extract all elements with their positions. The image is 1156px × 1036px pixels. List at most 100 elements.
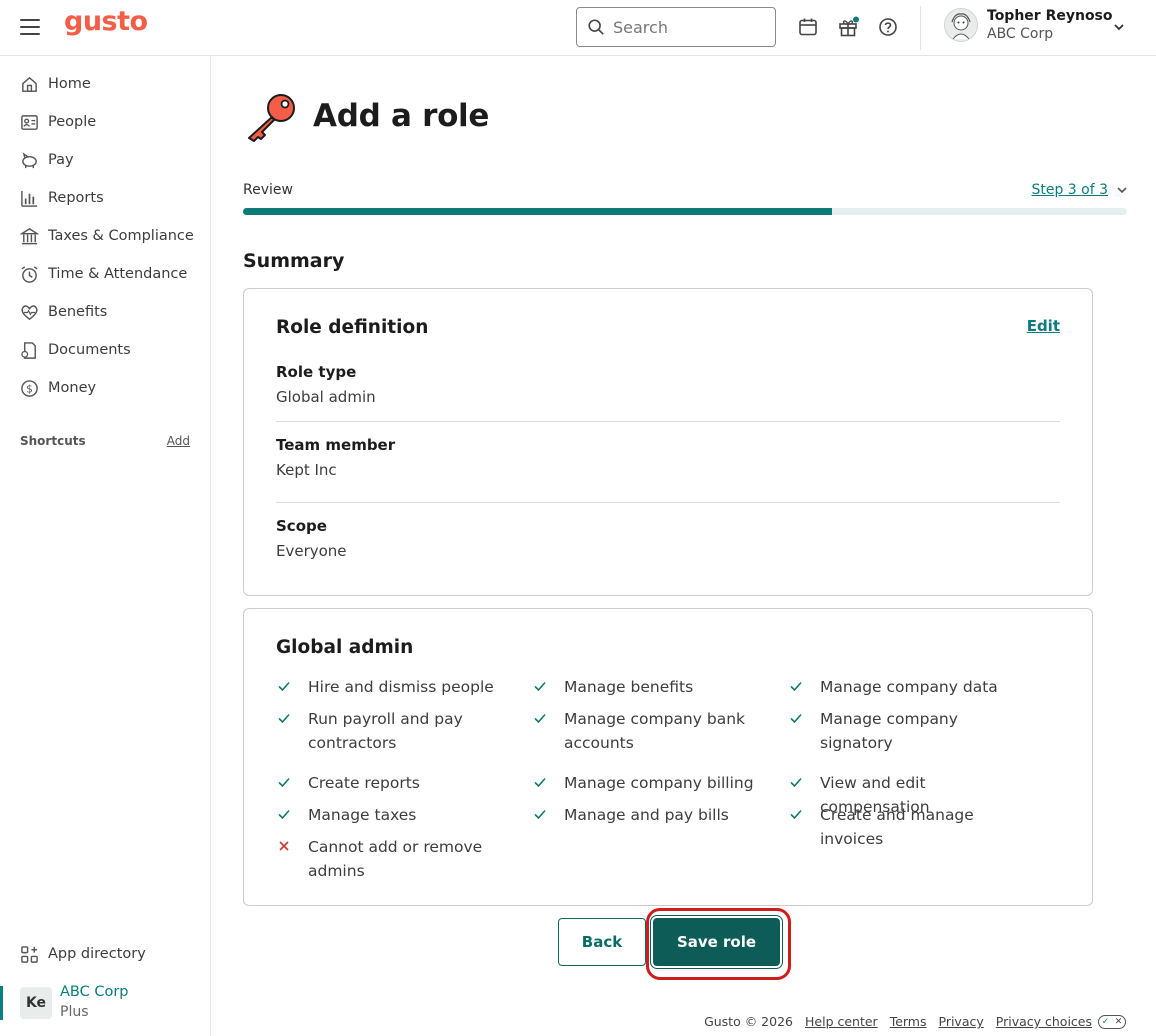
sidebar-item-label: Benefits xyxy=(48,304,108,320)
sidebar-item-money[interactable]: $ Money xyxy=(20,377,96,399)
progress-label: Review xyxy=(243,182,293,198)
document-icon xyxy=(21,341,36,359)
permission-item: Manage company bank accounts xyxy=(532,707,768,755)
permission-item: Manage taxes xyxy=(276,803,512,827)
divider xyxy=(276,421,1060,422)
footer-link-privacy[interactable]: Privacy xyxy=(939,1014,984,1029)
sidebar-item-label: App directory xyxy=(48,946,146,962)
gusto-logo[interactable]: gusto xyxy=(64,6,148,37)
people-icon xyxy=(21,114,38,130)
menu-icon[interactable] xyxy=(20,19,40,35)
check-icon xyxy=(790,809,802,820)
permission-item: Create and manage invoices xyxy=(788,803,1024,851)
chevron-down-icon xyxy=(1117,187,1127,194)
permission-text: Create and manage invoices xyxy=(820,806,974,848)
sidebar-item-time[interactable]: Time & Attendance xyxy=(20,263,187,285)
field-value: Kept Inc xyxy=(276,461,337,479)
sidebar-item-label: Documents xyxy=(48,342,131,358)
sidebar-item-reports[interactable]: Reports xyxy=(20,187,104,209)
permission-text: Manage and pay bills xyxy=(564,806,729,824)
permissions-heading: Global admin xyxy=(276,637,414,658)
footer: Gusto © 2026 Help center Terms Privacy P… xyxy=(704,1014,1126,1029)
edit-link[interactable]: Edit xyxy=(1027,317,1060,335)
sidebar-item-app-directory[interactable]: App directory xyxy=(20,943,146,965)
sidebar-item-documents[interactable]: Documents xyxy=(20,339,131,361)
sidebar: Home People Pay Reports Taxes & Complian… xyxy=(0,56,211,1036)
permission-text: Manage company bank accounts xyxy=(564,710,745,752)
search-icon xyxy=(588,19,604,35)
permission-text: Cannot add or remove admins xyxy=(308,838,483,880)
permission-item: Hire and dismiss people xyxy=(276,675,512,699)
user-menu[interactable]: Topher Reynoso ABC Corp xyxy=(944,8,1124,42)
sidebar-item-label: Time & Attendance xyxy=(48,266,188,282)
page-title: Add a role xyxy=(313,98,490,134)
permission-item: Create reports xyxy=(276,771,512,795)
piggy-bank-icon xyxy=(22,151,37,168)
key-icon xyxy=(248,94,295,142)
heart-icon xyxy=(21,304,38,320)
x-icon xyxy=(279,841,289,851)
search-input[interactable] xyxy=(613,17,763,37)
sidebar-item-benefits[interactable]: Benefits xyxy=(20,301,107,323)
field-label: Role type xyxy=(276,363,357,381)
footer-link-privacy-choices[interactable]: Privacy choices xyxy=(996,1014,1092,1029)
permission-item: Cannot add or remove admins xyxy=(276,835,512,883)
help-icon[interactable] xyxy=(877,16,899,38)
save-role-button[interactable]: Save role xyxy=(653,918,780,966)
sidebar-item-label: Home xyxy=(48,76,91,92)
user-org: ABC Corp xyxy=(987,26,1054,42)
sidebar-item-pay[interactable]: Pay xyxy=(20,149,74,171)
back-button[interactable]: Back xyxy=(558,918,646,966)
permission-item: Manage benefits xyxy=(532,675,768,699)
progress-fill xyxy=(243,208,832,215)
divider xyxy=(276,502,1060,503)
sidebar-item-label: Money xyxy=(48,380,97,396)
building-icon xyxy=(20,227,39,244)
check-icon xyxy=(534,809,546,820)
permission-text: Manage company data xyxy=(820,678,998,696)
company-badge: Ke xyxy=(20,987,52,1019)
home-icon xyxy=(22,76,37,92)
role-definition-heading: Role definition xyxy=(276,317,429,338)
permission-item: Run payroll and pay contractors xyxy=(276,707,512,755)
sidebar-item-label: People xyxy=(48,114,97,130)
user-name: Topher Reynoso xyxy=(987,8,1113,24)
sidebar-item-label: Taxes & Compliance xyxy=(48,228,194,244)
shortcuts-add-link[interactable]: Add xyxy=(167,434,190,448)
topbar-divider xyxy=(920,6,921,50)
page-header: Add a role xyxy=(243,90,489,142)
step-dropdown[interactable]: Step 3 of 3 xyxy=(1031,182,1128,198)
permission-text: Manage company billing xyxy=(564,774,754,792)
field-label: Scope xyxy=(276,517,327,535)
gift-icon[interactable] xyxy=(837,16,859,38)
calendar-icon[interactable] xyxy=(797,16,819,38)
sidebar-item-people[interactable]: People xyxy=(20,111,96,133)
sidebar-item-home[interactable]: Home xyxy=(20,73,91,95)
shortcuts-section: Shortcuts Add xyxy=(20,434,190,448)
check-icon xyxy=(278,777,290,788)
permission-text: Hire and dismiss people xyxy=(308,678,494,696)
check-icon xyxy=(278,809,290,820)
summary-heading: Summary xyxy=(243,250,345,272)
check-icon xyxy=(534,713,546,724)
dollar-icon: $ xyxy=(21,379,38,397)
role-definition-card: Role definition Edit Role type Global ad… xyxy=(243,288,1093,596)
permission-text: Manage taxes xyxy=(308,806,417,824)
copyright: Gusto © 2026 xyxy=(704,1014,793,1029)
svg-text:$: $ xyxy=(26,383,33,395)
progress-bar xyxy=(243,208,1127,215)
footer-link-terms[interactable]: Terms xyxy=(890,1014,927,1029)
check-icon xyxy=(790,681,802,692)
search-field[interactable] xyxy=(576,7,776,47)
permission-item: Manage company signatory xyxy=(788,707,1024,755)
sidebar-item-taxes[interactable]: Taxes & Compliance xyxy=(20,225,194,247)
company-switcher[interactable]: Ke ABC Corp Plus xyxy=(0,982,210,1028)
active-indicator xyxy=(0,986,3,1020)
footer-link-help[interactable]: Help center xyxy=(805,1014,878,1029)
permission-item: Manage company data xyxy=(788,675,1024,699)
check-icon xyxy=(278,713,290,724)
permission-text: Create reports xyxy=(308,774,420,792)
permission-text: Run payroll and pay contractors xyxy=(308,710,463,752)
field-value: Global admin xyxy=(276,388,376,406)
app-grid-icon xyxy=(21,945,38,963)
